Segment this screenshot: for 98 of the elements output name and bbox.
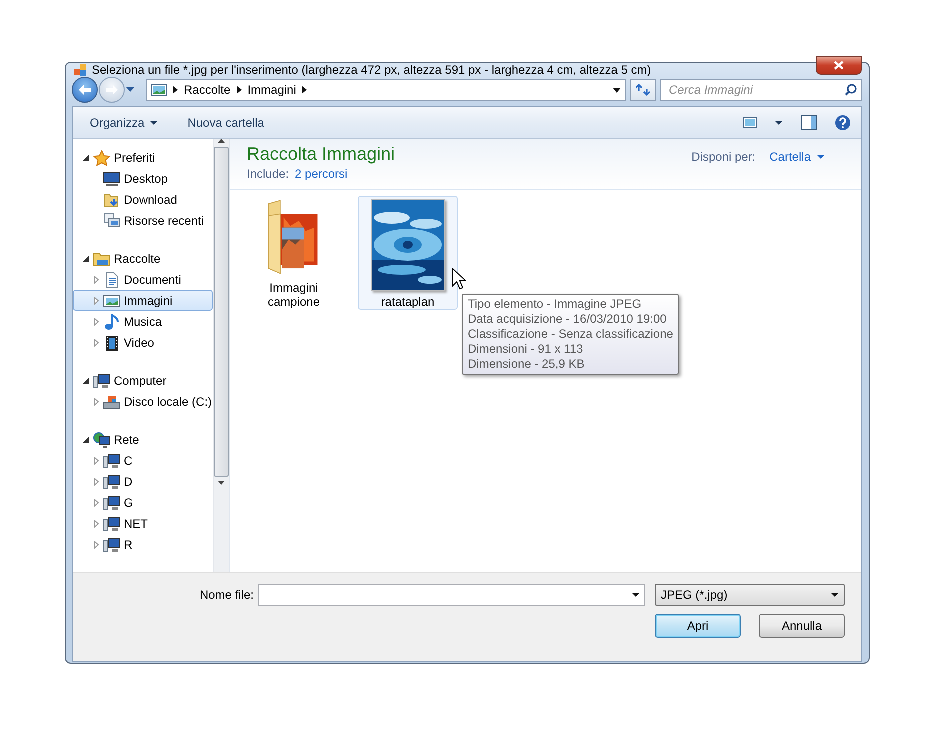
caret-icon[interactable] bbox=[775, 120, 783, 124]
chevron-right-icon bbox=[173, 86, 178, 94]
arrange-dropdown[interactable]: Cartella bbox=[770, 150, 825, 164]
pictures-icon bbox=[151, 84, 167, 96]
nav-item[interactable]: Download bbox=[73, 189, 214, 210]
dialog-button[interactable]: Apri bbox=[655, 614, 741, 638]
computer-icon bbox=[103, 474, 121, 490]
tooltip-line: Classificazione - Senza classificazione bbox=[468, 327, 674, 342]
music-note-icon bbox=[103, 314, 121, 330]
nav-item[interactable]: Desktop bbox=[73, 168, 214, 189]
nav-item[interactable]: Risorse recenti bbox=[73, 210, 214, 231]
include-label: Include: bbox=[247, 167, 290, 181]
drive-icon bbox=[103, 394, 121, 410]
file-item[interactable]: ratataplan bbox=[358, 196, 458, 310]
scrollbar[interactable] bbox=[213, 139, 230, 572]
cursor-icon bbox=[452, 268, 466, 290]
collapsed-arrow-icon[interactable] bbox=[94, 456, 98, 464]
collapsed-arrow-icon[interactable] bbox=[94, 296, 98, 304]
caret-icon bbox=[817, 155, 825, 159]
dropdown-arrow-icon bbox=[613, 88, 621, 92]
computer-icon bbox=[103, 494, 121, 510]
filename-label: Nome file: bbox=[200, 588, 254, 602]
library-folder-icon bbox=[93, 250, 111, 266]
pictures-icon bbox=[103, 292, 121, 308]
expanded-arrow-icon[interactable] bbox=[83, 378, 89, 384]
collapsed-arrow-icon[interactable] bbox=[94, 520, 98, 528]
refresh-icon bbox=[636, 84, 650, 96]
collapsed-arrow-icon[interactable] bbox=[94, 498, 98, 506]
breadcrumb-item[interactable]: Raccolte bbox=[184, 83, 231, 97]
collapsed-arrow-icon[interactable] bbox=[94, 318, 98, 326]
chevron-right-icon bbox=[302, 86, 308, 94]
tooltip-line: Dimensione - 25,9 KB bbox=[468, 357, 586, 372]
tooltip-line: Data acquisizione - 16/03/2010 19:00 bbox=[468, 312, 668, 327]
nav-item[interactable]: Musica bbox=[73, 311, 214, 332]
address-bar[interactable]: Raccolte Immagini bbox=[146, 79, 626, 101]
network-globe-icon bbox=[93, 432, 111, 448]
chevron-right-icon bbox=[236, 86, 242, 94]
nav-item[interactable]: Preferiti bbox=[73, 147, 214, 168]
dialog-button[interactable]: Annulla bbox=[759, 614, 845, 638]
film-icon bbox=[103, 334, 121, 350]
expanded-arrow-icon[interactable] bbox=[83, 154, 89, 160]
library-title: Raccolta Immagini bbox=[247, 144, 396, 165]
nav-item[interactable]: R bbox=[73, 534, 214, 555]
close-button[interactable] bbox=[816, 56, 862, 74]
close-icon bbox=[834, 60, 844, 70]
collapsed-arrow-icon[interactable] bbox=[94, 338, 98, 346]
nav-item[interactable]: Raccolte bbox=[73, 248, 214, 269]
expanded-arrow-icon[interactable] bbox=[83, 436, 89, 442]
file-type-dropdown[interactable]: JPEG (*.jpg) bbox=[655, 584, 845, 606]
download-folder-icon bbox=[103, 192, 121, 208]
scroll-thumb[interactable] bbox=[214, 147, 230, 477]
filename-field[interactable] bbox=[258, 584, 645, 606]
nav-item[interactable]: Documenti bbox=[73, 269, 214, 290]
scroll-down-icon[interactable] bbox=[218, 481, 226, 485]
collapsed-arrow-icon[interactable] bbox=[94, 478, 98, 486]
nav-item[interactable]: G bbox=[73, 492, 214, 513]
collapsed-arrow-icon[interactable] bbox=[94, 540, 98, 548]
breadcrumb-item[interactable]: Immagini bbox=[248, 83, 296, 97]
new-folder-button[interactable]: Nuova cartella bbox=[188, 116, 264, 130]
recent-places-icon bbox=[103, 212, 121, 228]
monitor-icon bbox=[103, 170, 121, 186]
computer-icon bbox=[103, 516, 121, 532]
help-icon[interactable] bbox=[835, 114, 851, 130]
search-icon bbox=[845, 84, 857, 96]
star-icon bbox=[93, 150, 111, 166]
nav-item[interactable]: C bbox=[73, 450, 214, 471]
refresh-button[interactable] bbox=[630, 79, 656, 101]
arrow-right-icon bbox=[105, 84, 119, 96]
file-item[interactable]: Immagini campione bbox=[244, 196, 344, 310]
app-icon bbox=[74, 64, 86, 76]
nav-item[interactable]: Disco locale (C:) bbox=[73, 391, 214, 412]
nav-item[interactable]: Computer bbox=[73, 370, 214, 391]
computer-icon bbox=[103, 536, 121, 552]
history-dropdown-icon[interactable] bbox=[126, 87, 135, 93]
tooltip-line: Dimensioni - 91 x 113 bbox=[468, 342, 584, 357]
tooltip-line: Tipo elemento - Immagine JPEG bbox=[468, 297, 643, 312]
nav-item[interactable]: Video bbox=[73, 332, 214, 353]
organize-menu-button[interactable]: Organizza bbox=[90, 116, 158, 130]
search-field[interactable]: Cerca Immagini bbox=[660, 79, 862, 101]
dropdown-arrow-icon bbox=[831, 593, 839, 597]
nav-item[interactable]: NET bbox=[73, 513, 214, 534]
expanded-arrow-icon[interactable] bbox=[83, 256, 89, 262]
arrow-left-icon bbox=[78, 84, 92, 96]
view-options-icon[interactable] bbox=[743, 117, 757, 128]
window-title: Seleziona un file *.jpg per l'inserimento (larghezza 472 px, altezza 591 px - larghezza 4 cm, altezza 5 cm) bbox=[92, 63, 652, 77]
caret-icon bbox=[150, 120, 158, 124]
collapsed-arrow-icon[interactable] bbox=[94, 398, 98, 406]
nav-item[interactable]: D bbox=[73, 471, 214, 492]
preview-pane-icon[interactable] bbox=[801, 115, 817, 130]
nav-item[interactable]: Rete bbox=[73, 429, 214, 450]
nav-item[interactable]: Immagini bbox=[73, 290, 214, 311]
dropdown-arrow-icon bbox=[632, 593, 640, 597]
collapsed-arrow-icon[interactable] bbox=[94, 276, 98, 284]
arrange-label: Disponi per: bbox=[692, 150, 756, 164]
back-button[interactable] bbox=[72, 77, 98, 103]
computer-icon bbox=[103, 452, 121, 468]
computer-icon bbox=[93, 372, 111, 388]
locations-link[interactable]: 2 percorsi bbox=[295, 167, 348, 181]
